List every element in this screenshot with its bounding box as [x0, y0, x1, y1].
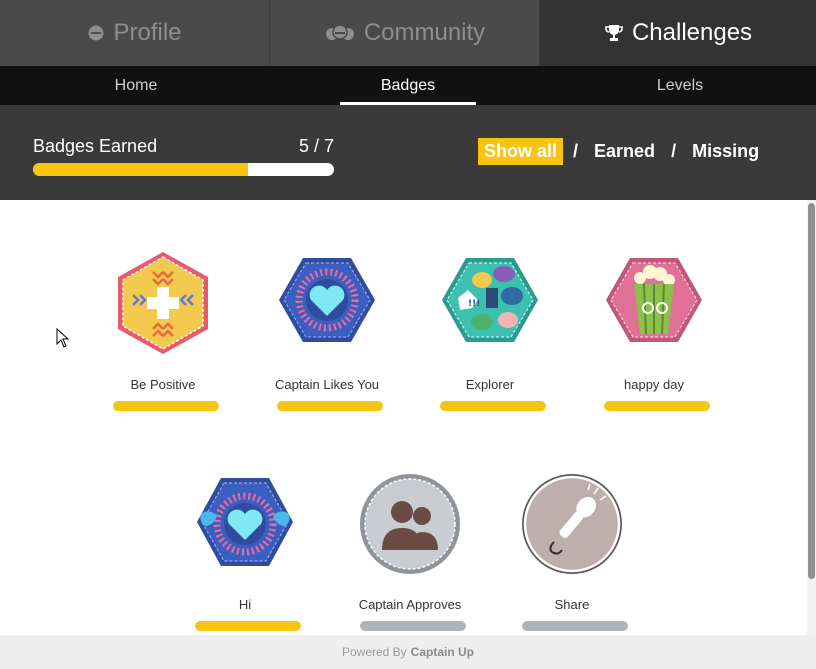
badge-item[interactable]: Captain Approves	[340, 472, 480, 637]
badge-item[interactable]: Captain Likes You	[257, 250, 397, 415]
mouse-cursor-icon	[56, 327, 70, 353]
badge-progress-bar	[522, 621, 628, 631]
top-tabs: Profile Community Challenges	[0, 0, 816, 66]
scrollbar-thumb[interactable]	[808, 203, 815, 579]
badge-item[interactable]: Hi	[175, 472, 315, 637]
badge-item[interactable]: happy day	[584, 250, 724, 415]
tab-challenges-label: Challenges	[631, 19, 753, 46]
badge-progress-bar	[604, 401, 710, 411]
community-icon	[324, 24, 356, 42]
speech-bubbles-badge-icon: !!!	[420, 250, 560, 350]
subnav-home[interactable]: Home	[60, 66, 212, 105]
filter-separator: /	[671, 140, 677, 161]
be-positive-badge-icon	[93, 250, 233, 356]
badge-progress-bar	[360, 621, 466, 631]
badge-progress-bar	[440, 401, 546, 411]
badge-name: Captain Likes You	[274, 377, 380, 392]
profile-icon	[87, 24, 105, 42]
filter-earned[interactable]: Earned	[588, 138, 661, 165]
badge-name: Hi	[238, 597, 252, 612]
badges-progress-fill	[33, 163, 248, 176]
badge-progress-bar	[113, 401, 219, 411]
tab-profile-label: Profile	[113, 19, 182, 46]
microphone-badge-icon	[502, 472, 642, 576]
filter-missing[interactable]: Missing	[686, 138, 765, 165]
svg-text:!!!: !!!	[468, 299, 480, 309]
badge-progress-bar	[277, 401, 383, 411]
tab-community-label: Community	[363, 19, 486, 46]
filter-show-all[interactable]: Show all	[478, 137, 564, 165]
tab-profile[interactable]: Profile	[0, 0, 270, 66]
people-badge-icon	[340, 472, 480, 576]
badges-earned-label: Badges Earned	[33, 136, 158, 156]
badge-filters: Show all / Earned / Missing	[478, 136, 765, 166]
footer-brand-link[interactable]: Captain Up	[411, 645, 474, 659]
badges-progress-bar	[33, 163, 334, 176]
tab-challenges[interactable]: Challenges	[540, 0, 816, 66]
badge-item[interactable]: Share	[502, 472, 642, 637]
footer: Powered By Captain Up	[0, 635, 816, 669]
filter-separator: /	[573, 140, 579, 161]
badge-name: Be Positive	[130, 377, 196, 392]
badges-earned-count: 5 / 7	[298, 136, 334, 156]
badge-name: Explorer	[465, 377, 515, 392]
winged-heart-badge-icon	[175, 472, 315, 572]
subnav-badges[interactable]: Badges	[340, 66, 476, 105]
badge-name: Share	[554, 597, 590, 612]
badge-item[interactable]: !!! Explorer	[420, 250, 560, 415]
popcorn-badge-icon	[584, 250, 724, 350]
badge-name: Captain Approves	[358, 597, 462, 612]
subnav-levels[interactable]: Levels	[604, 66, 756, 105]
badges-summary-bar: Badges Earned 5 / 7 Show all / Earned / …	[0, 105, 816, 200]
badge-item[interactable]: Be Positive	[93, 250, 233, 415]
tab-community[interactable]: Community	[270, 0, 540, 66]
heart-badge-icon	[257, 250, 397, 350]
badge-progress-bar	[195, 621, 301, 631]
trophy-icon	[604, 23, 624, 43]
footer-prefix: Powered By	[341, 645, 407, 659]
sub-nav: Home Badges Levels	[0, 66, 816, 105]
badge-name: happy day	[624, 377, 684, 392]
